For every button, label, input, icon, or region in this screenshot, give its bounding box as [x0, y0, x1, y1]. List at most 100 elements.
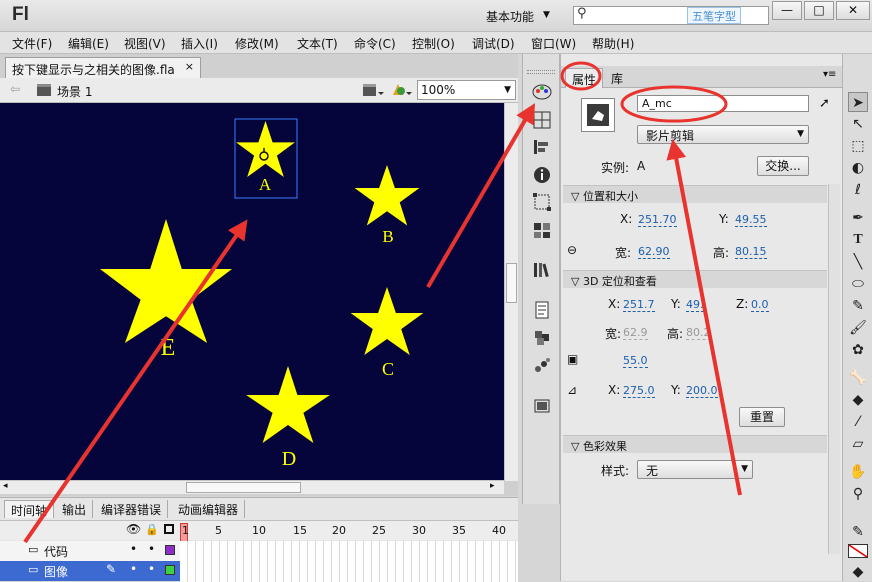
lock-dot[interactable]: •: [148, 562, 155, 576]
zoom-tool-icon[interactable]: ⚲: [848, 484, 868, 504]
hand-tool-icon[interactable]: ✋: [848, 462, 868, 482]
tab-motion-editor[interactable]: 动画编辑器: [172, 500, 246, 518]
components-icon[interactable]: [532, 328, 552, 348]
align-grid-icon[interactable]: [532, 110, 552, 130]
selection-tool-icon[interactable]: ➤: [848, 92, 868, 112]
tab-properties[interactable]: 属性: [565, 68, 604, 88]
scroll-thumb[interactable]: [186, 482, 301, 493]
symbol-type-select[interactable]: 影片剪辑 ▼: [637, 125, 809, 144]
brush-tool-icon[interactable]: 🖌: [848, 318, 868, 338]
style-select[interactable]: 无 ▼: [637, 460, 753, 479]
width-value[interactable]: 62.90: [638, 245, 670, 259]
text-tool-icon[interactable]: T: [848, 230, 868, 250]
lasso-tool-icon[interactable]: ℓ: [848, 180, 868, 200]
section-3d[interactable]: ▽ 3D 定位和查看: [563, 270, 827, 288]
visible-dot[interactable]: •: [130, 562, 137, 576]
3d-rotation-tool-icon[interactable]: ◐: [848, 158, 868, 178]
bone-tool-icon[interactable]: 🦴: [848, 368, 868, 388]
scroll-right-icon[interactable]: ▸: [490, 481, 495, 491]
horizontal-scrollbar[interactable]: ◂ ▸: [0, 480, 504, 494]
properties-scrollbar[interactable]: [828, 184, 840, 554]
star-a[interactable]: A: [234, 118, 298, 199]
menu-modify[interactable]: 修改(M): [235, 35, 279, 52]
layer-row-selected[interactable]: ▭ 图像 ✎ • •: [0, 561, 180, 581]
menu-text[interactable]: 文本(T): [297, 35, 338, 52]
close-window-button[interactable]: ✕: [836, 1, 870, 20]
free-transform-tool-icon[interactable]: ⬚: [848, 136, 868, 156]
workspace-switcher[interactable]: 基本功能: [486, 8, 534, 25]
zoom-select[interactable]: 100% ▼: [417, 80, 516, 100]
project-icon[interactable]: [532, 396, 552, 416]
line-tool-icon[interactable]: ╲: [848, 252, 868, 272]
vp-x-value[interactable]: 275.0: [623, 384, 655, 398]
star-e[interactable]: E: [100, 219, 232, 361]
layer-row[interactable]: ▭ 代码 • •: [0, 541, 180, 561]
document-tab[interactable]: 按下键显示与之相关的图像.fla ×: [5, 57, 201, 78]
x-value[interactable]: 251.70: [638, 213, 677, 227]
chevron-down-icon[interactable]: ▼: [543, 10, 550, 20]
section-position-size[interactable]: ▽ 位置和大小: [563, 185, 827, 203]
paint-bucket-tool-icon[interactable]: ◆: [848, 390, 868, 410]
pen-tool-icon[interactable]: ✒: [848, 208, 868, 228]
minimize-button[interactable]: —: [772, 1, 802, 20]
star-d[interactable]: D: [246, 366, 330, 470]
info-icon[interactable]: [532, 165, 552, 185]
vertical-scrollbar[interactable]: [504, 103, 518, 481]
layer-color-swatch[interactable]: [165, 545, 175, 555]
perspective-value[interactable]: 55.0: [623, 354, 648, 368]
scene-name[interactable]: 场景 1: [57, 83, 92, 100]
outline-icon[interactable]: [164, 524, 174, 534]
scroll-left-icon[interactable]: ◂: [3, 481, 8, 491]
lock-dot[interactable]: •: [148, 542, 155, 556]
eraser-tool-icon[interactable]: ▱: [848, 434, 868, 454]
menu-window[interactable]: 窗口(W): [531, 35, 576, 52]
menu-file[interactable]: 文件(F): [12, 35, 52, 52]
tab-output[interactable]: 输出: [56, 500, 94, 518]
menu-debug[interactable]: 调试(D): [472, 35, 515, 52]
paint-bucket-small-icon[interactable]: ◆: [848, 562, 868, 582]
tab-compiler-errors[interactable]: 编译器错误: [95, 500, 169, 518]
frame-grid[interactable]: [180, 541, 518, 582]
tab-timeline[interactable]: 时间轴: [4, 500, 55, 518]
oval-tool-icon[interactable]: ⬭: [848, 274, 868, 294]
star-b[interactable]: B: [354, 165, 420, 246]
lock-icon[interactable]: 🔒: [145, 523, 159, 536]
y-value[interactable]: 49.55: [735, 213, 767, 227]
menu-help[interactable]: 帮助(H): [592, 35, 634, 52]
section-color-effect[interactable]: ▽ 色彩效果: [563, 435, 827, 453]
actions-icon[interactable]: [532, 300, 552, 320]
align-icon[interactable]: [532, 137, 552, 157]
fill-color-swatch[interactable]: [848, 544, 868, 558]
tab-library[interactable]: 库: [605, 68, 629, 88]
z3d-value[interactable]: 0.0: [751, 298, 769, 312]
x3d-value[interactable]: 251.7: [623, 298, 655, 312]
visible-dot[interactable]: •: [130, 542, 137, 556]
menu-commands[interactable]: 命令(C): [354, 35, 396, 52]
instance-name-input[interactable]: A_mc: [637, 95, 809, 112]
menu-edit[interactable]: 编辑(E): [68, 35, 109, 52]
panel-menu-icon[interactable]: ▾≡: [823, 69, 836, 80]
maximize-button[interactable]: □: [804, 1, 834, 20]
menu-view[interactable]: 视图(V): [124, 35, 166, 52]
eye-icon[interactable]: 👁: [126, 522, 141, 536]
edit-scene-icon[interactable]: [362, 82, 384, 98]
menu-control[interactable]: 控制(O): [412, 35, 455, 52]
subselection-tool-icon[interactable]: ↖: [848, 114, 868, 134]
menu-insert[interactable]: 插入(I): [181, 35, 218, 52]
stage[interactable]: A B C D E: [0, 103, 504, 481]
height-value[interactable]: 80.15: [735, 245, 767, 259]
reset-button[interactable]: 重置: [739, 407, 785, 427]
deco-tool-icon[interactable]: ✿: [848, 340, 868, 360]
swatches-icon[interactable]: [532, 220, 552, 240]
close-tab-icon[interactable]: ×: [185, 60, 194, 73]
layer-color-swatch[interactable]: [165, 565, 175, 575]
pencil-tool-icon[interactable]: ✎: [848, 296, 868, 316]
motion-presets-icon[interactable]: [532, 356, 552, 376]
back-arrow-icon[interactable]: ⇦: [10, 82, 20, 96]
scroll-thumb[interactable]: [506, 263, 517, 303]
y3d-value[interactable]: 49.: [686, 298, 704, 312]
stroke-color-icon[interactable]: ✎: [848, 522, 868, 542]
eyedropper-tool-icon[interactable]: ⁄: [848, 412, 868, 432]
color-icon[interactable]: [532, 82, 552, 102]
edit-icon[interactable]: ➚: [819, 96, 830, 111]
